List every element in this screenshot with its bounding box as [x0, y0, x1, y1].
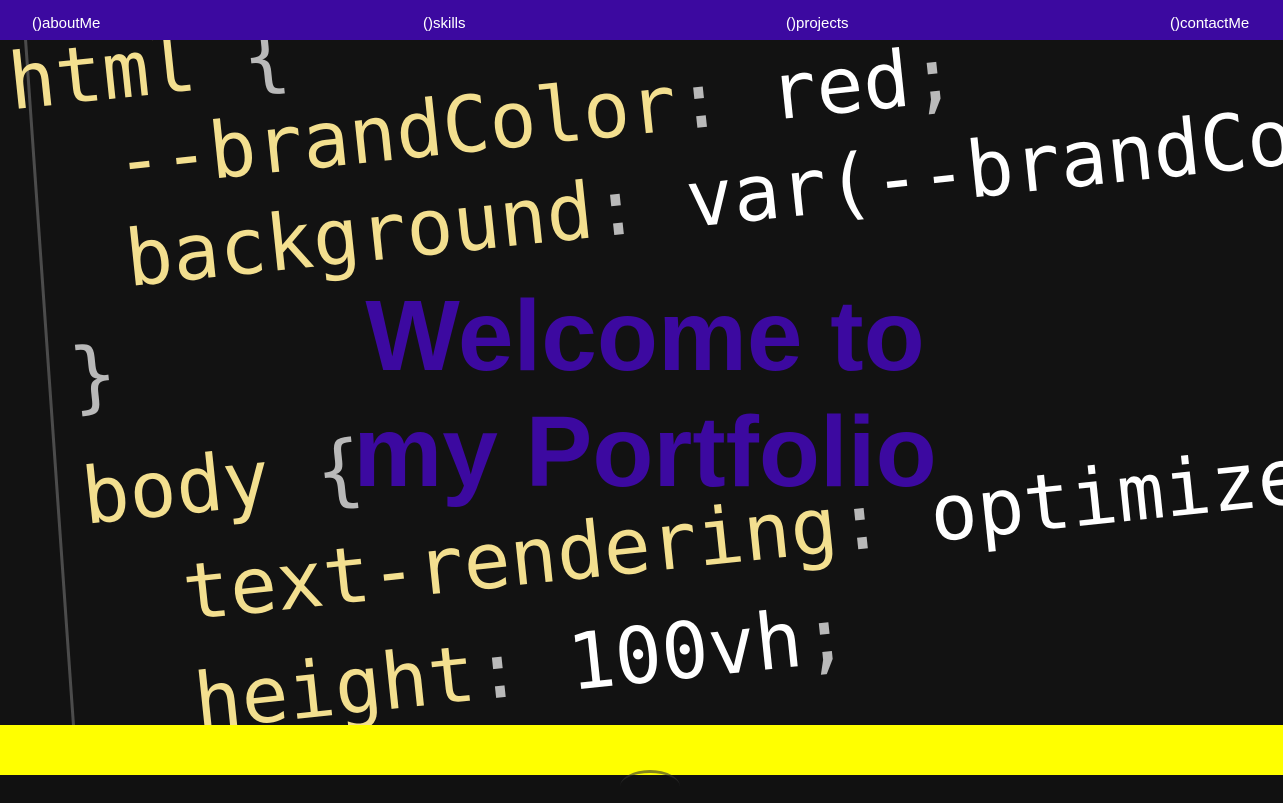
- nav-link-projects[interactable]: ()projects: [786, 15, 849, 33]
- hero-title-line-1: Welcome to: [365, 280, 925, 392]
- code-line-close-brace: }: [65, 329, 121, 423]
- hero-section: html { --brandColor: red; background: va…: [0, 0, 1283, 725]
- nav-link-about-me[interactable]: ()aboutMe: [32, 15, 100, 33]
- nav-link-contact-me[interactable]: ()contactMe: [1170, 15, 1249, 33]
- nav-link-skills[interactable]: ()skills: [423, 15, 466, 33]
- code-semicolon: ;: [797, 589, 854, 685]
- code-semicolon: ;: [904, 29, 962, 125]
- yellow-section-band: [0, 725, 1283, 775]
- code-property: height: [189, 629, 480, 725]
- top-navigation-bar: ()aboutMe ()skills ()projects ()contactM…: [0, 0, 1283, 40]
- hero-title-line-2: my Portfolio: [353, 396, 937, 508]
- code-value: red: [718, 34, 915, 144]
- code-gutter-line: [0, 38, 76, 725]
- code-brace: }: [65, 329, 122, 424]
- hero-title: Welcome to my Portfolio: [300, 278, 990, 510]
- code-value: 100vh: [516, 594, 807, 714]
- code-selector: body: [77, 433, 275, 543]
